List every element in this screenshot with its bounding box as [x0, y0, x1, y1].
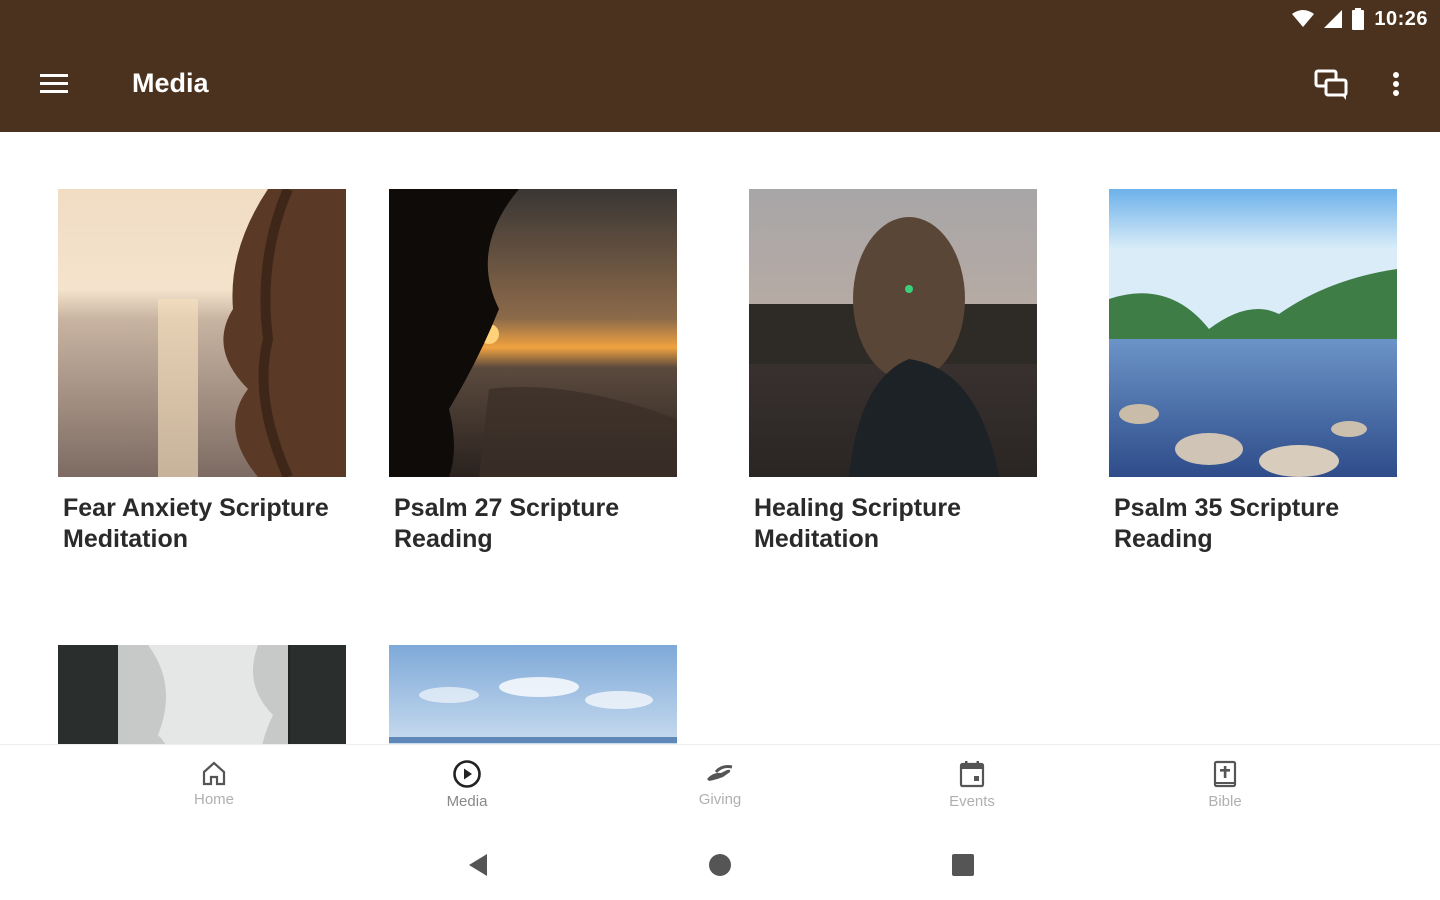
nav-item-giving[interactable]: Giving: [660, 745, 780, 829]
media-thumbnail: [389, 189, 677, 477]
calendar-icon: [959, 761, 985, 788]
media-thumbnail: [389, 645, 677, 744]
media-title: Psalm 35 Scripture Reading: [1114, 494, 1340, 553]
nav-item-media[interactable]: Media: [407, 745, 527, 829]
status-time: 10:26: [1374, 7, 1428, 30]
battery-icon: [1352, 8, 1365, 30]
chat-bubbles-icon[interactable]: [1312, 66, 1352, 104]
nav-label: Bible: [1208, 793, 1242, 810]
cell-signal-icon: [1324, 10, 1343, 28]
home-icon: [202, 761, 226, 786]
status-bar: 10:26: [1292, 6, 1428, 32]
media-title: Fear Anxiety Scripture Meditation: [63, 494, 329, 553]
bible-icon: [1213, 760, 1237, 788]
back-icon[interactable]: [463, 850, 493, 880]
wifi-icon: [1292, 10, 1315, 27]
media-thumbnail: [58, 645, 346, 744]
media-title: Healing Scripture Meditation: [754, 494, 961, 553]
bottom-navigation: Home Media Giving Events Bible: [0, 744, 1440, 829]
media-thumbnail: [1109, 189, 1397, 477]
app-bar: 10:26 Media: [0, 0, 1440, 132]
giving-hand-icon: [707, 765, 733, 781]
nav-label: Media: [446, 793, 488, 810]
nav-label: Home: [193, 791, 234, 808]
recents-icon[interactable]: [948, 850, 978, 880]
nav-item-home[interactable]: Home: [154, 745, 274, 829]
system-navigation-bar: [0, 828, 1440, 900]
nav-item-bible[interactable]: Bible: [1165, 745, 1285, 829]
play-circle-icon: [453, 760, 481, 788]
nav-item-events[interactable]: Events: [912, 745, 1032, 829]
nav-label: Events: [949, 793, 995, 810]
media-grid: Fear Anxiety Scripture Meditation Psalm …: [0, 132, 1440, 744]
media-thumbnail: [749, 189, 1037, 477]
media-thumbnail: [58, 189, 346, 477]
home-circle-icon[interactable]: [705, 850, 735, 880]
page-title: Media: [132, 68, 209, 98]
hamburger-menu-icon[interactable]: [38, 70, 70, 98]
media-title: Psalm 27 Scripture Reading: [394, 494, 620, 553]
more-vert-icon[interactable]: [1376, 66, 1416, 104]
nav-label: Giving: [698, 791, 742, 808]
